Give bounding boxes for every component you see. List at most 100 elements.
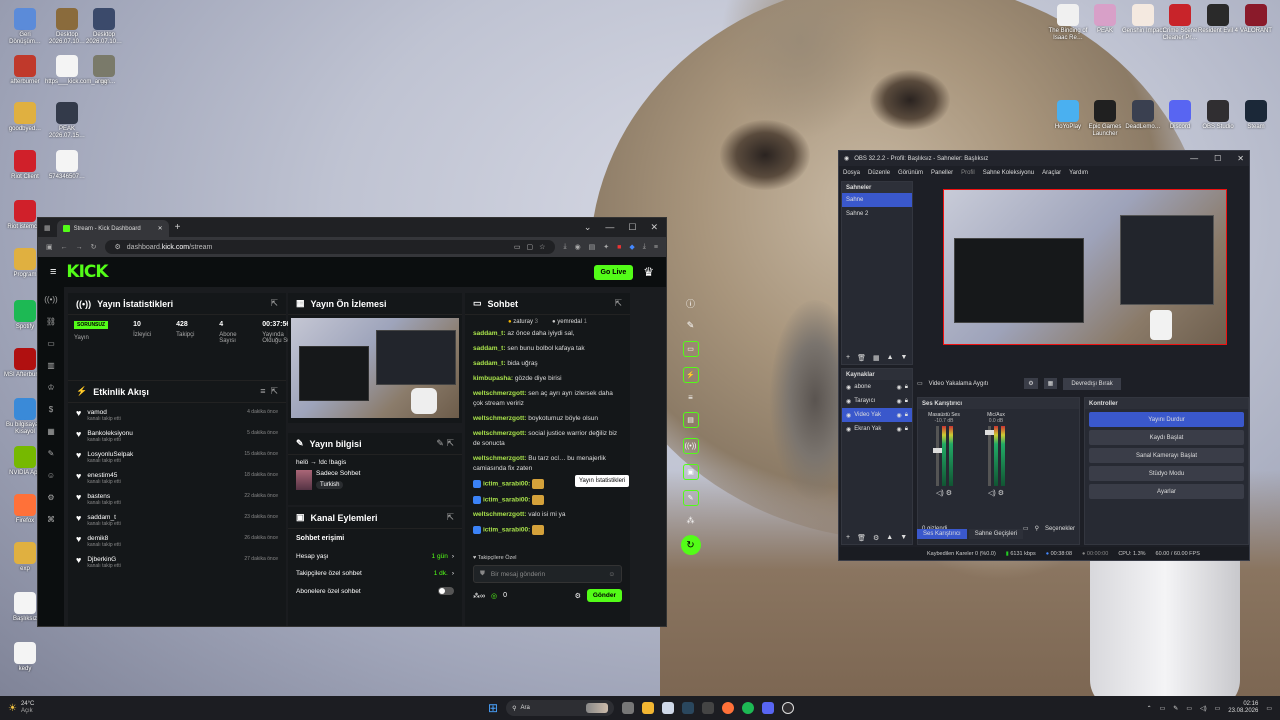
tray-network-icon[interactable]: ▭ [1186, 705, 1192, 712]
start-icon[interactable]: ⊞ [488, 701, 498, 715]
desktop-icon[interactable]: gg [82, 55, 126, 86]
desktop-icon[interactable]: afterburner [3, 55, 47, 86]
maximize-icon[interactable]: ☐ [628, 222, 636, 233]
add-source-icon[interactable]: + [846, 534, 850, 542]
desktop-icon[interactable]: kedy [3, 642, 47, 673]
sidebar-icon[interactable]: ▣ [46, 243, 53, 251]
obs-menu-item[interactable]: Düzenle [868, 170, 890, 176]
extension-blue-icon[interactable]: ◆ [629, 243, 634, 251]
wallet-icon[interactable]: ▤ [589, 243, 596, 251]
obs-menu-item[interactable]: Paneller [931, 170, 953, 176]
track-settings-icon[interactable]: ⚙ [946, 490, 952, 497]
obs-menu-item[interactable]: Dosya [843, 170, 860, 176]
visibility-icon[interactable]: ◉ [897, 426, 902, 433]
tab-close-icon[interactable]: ✕ [158, 225, 163, 232]
popout-icon[interactable]: ⇱ [270, 298, 278, 309]
quick-action-video[interactable]: ▭ [682, 341, 699, 357]
nav-users-icon[interactable]: ☺ [47, 471, 55, 480]
tab-transitions[interactable]: Sahne Geçişleri [968, 529, 1024, 539]
list-icon[interactable]: ≡ [688, 393, 693, 402]
filter-icon[interactable]: ≡ ⇱ [260, 386, 278, 397]
weather-widget[interactable]: ☀ 24°C Açık [0, 701, 34, 715]
minimize-icon[interactable]: — [605, 222, 614, 233]
obs-menu-item[interactable]: Profil [961, 170, 975, 176]
activity-user[interactable]: enestim45 [87, 472, 120, 479]
remove-scene-icon[interactable]: 🗑 [857, 354, 866, 362]
tray-battery-icon[interactable]: ▭ [1215, 705, 1221, 712]
source-properties-icon[interactable]: ⚙ [1024, 378, 1038, 389]
obs-menu-item[interactable]: Araçlar [1042, 170, 1061, 176]
chat-username[interactable]: weltschmerzgott: [473, 390, 526, 397]
notepad-icon[interactable] [662, 702, 675, 714]
chat-username[interactable]: weltschmerzgott: [473, 430, 526, 437]
source-item[interactable]: ◉ Ekran Yak ◉ 🔒︎ [842, 422, 912, 436]
lock-icon[interactable]: 🔒︎ [905, 426, 908, 433]
new-tab-icon[interactable]: + [175, 222, 181, 233]
reload-icon[interactable]: ↻ [91, 243, 97, 251]
source-settings-icon[interactable]: ⚙ [873, 534, 879, 542]
chat-username[interactable]: weltschmerzgott: [473, 455, 526, 462]
tray-chevron-icon[interactable]: ⌃ [1147, 705, 1152, 712]
visibility-icon[interactable]: ◉ [897, 412, 902, 419]
site-info-icon[interactable]: ⚙ [115, 243, 121, 251]
menu-icon[interactable]: ≡ [654, 244, 658, 251]
chat-username[interactable]: ictim_sarabi00: [483, 496, 530, 503]
url-input[interactable]: ⚙ dashboard.kick.com/stream ▭ ▢ ☆ [104, 240, 556, 254]
toggle-switch[interactable] [438, 587, 454, 595]
scene-up-icon[interactable]: ▲ [887, 354, 894, 362]
nav-link-icon[interactable]: ⛓ [46, 317, 56, 326]
options-button[interactable]: Seçenekler [1045, 526, 1075, 532]
stream-preview-image[interactable] [291, 318, 459, 418]
activity-user[interactable]: vamod [87, 409, 120, 416]
volume-slider[interactable] [984, 426, 994, 486]
tray-volume-icon[interactable]: ◁) [1200, 705, 1207, 712]
channel-action-row[interactable]: Abonelere özel sohbet [288, 582, 462, 600]
obs-maximize-icon[interactable]: ☐ [1214, 154, 1221, 163]
tab-search-icon[interactable]: ⌄ [584, 222, 592, 233]
nav-plugin-icon[interactable]: ⌘ [47, 515, 55, 524]
desktop-icon[interactable]: Steam [1234, 100, 1278, 131]
steam-icon[interactable] [682, 702, 695, 714]
chat-input[interactable]: ⛊ Bir mesaj gönderin ☺ [473, 565, 622, 583]
obs-control-button[interactable]: Ayarlar [1089, 484, 1244, 499]
clock[interactable]: 02:16 23.08.2026 [1228, 701, 1258, 715]
tray-app-icon[interactable]: ▭ [1160, 705, 1166, 712]
close-icon[interactable]: ✕ [650, 222, 658, 233]
quick-action-chat[interactable]: ▤ [682, 412, 699, 428]
scene-item[interactable]: Sahne [842, 193, 912, 207]
refresh-fab[interactable]: ↻ [680, 535, 701, 555]
channel-action-row[interactable]: Hesap yaşı 1 gün › [288, 548, 462, 565]
mixer-layout-icon[interactable]: ▭ [1023, 525, 1029, 532]
chat-settings-icon[interactable]: ⚙ [575, 592, 581, 600]
hamburger-icon[interactable]: ≡ [50, 266, 56, 278]
nav-grid-icon[interactable]: ▦ [47, 427, 55, 436]
quick-action-clip[interactable]: ▣ [682, 464, 699, 480]
app-icon[interactable] [702, 702, 715, 714]
visibility-icon[interactable]: ◉ [897, 384, 902, 391]
quick-action-stream-stats[interactable]: ((•)) [682, 438, 699, 454]
channel-points-icon[interactable]: ◎ [491, 592, 497, 600]
chat-username[interactable]: saddam_t: [473, 360, 506, 367]
visibility-icon[interactable]: ◉ [897, 398, 902, 405]
obs-control-button[interactable]: Stüdyo Modu [1089, 466, 1244, 481]
tab-list-icon[interactable]: ▦ [44, 224, 51, 232]
mute-icon[interactable]: ◁) [936, 490, 944, 497]
cast-icon[interactable]: ▭ [514, 243, 521, 251]
desktop-icon[interactable]: Geri Dönüşüm… [3, 8, 47, 46]
firefox-icon[interactable] [722, 702, 735, 714]
chat-username[interactable]: weltschmerzgott: [473, 415, 526, 422]
extension-red-icon[interactable]: ■ [617, 244, 621, 251]
spotify-icon[interactable] [742, 702, 755, 714]
quick-action-tools[interactable]: ✎ [682, 490, 699, 506]
source-item[interactable]: ◉ Video Yak ◉ 🔒︎ [842, 408, 912, 422]
chat-username[interactable]: ictim_sarabi00: [483, 481, 530, 488]
obs-preview[interactable] [943, 189, 1227, 345]
pen-icon[interactable]: ✎ [687, 320, 695, 331]
obs-menu-item[interactable]: Yardım [1069, 170, 1088, 176]
obs-menu-item[interactable]: Görünüm [898, 170, 923, 176]
account-icon[interactable]: ◉ [575, 243, 581, 251]
obs-minimize-icon[interactable]: — [1190, 154, 1198, 163]
source-item[interactable]: ◉ Tarayıcı ◉ 🔒︎ [842, 394, 912, 408]
chat-username[interactable]: kimbupasha: [473, 375, 513, 382]
popout-icon-2[interactable]: ⇱ [446, 512, 454, 523]
